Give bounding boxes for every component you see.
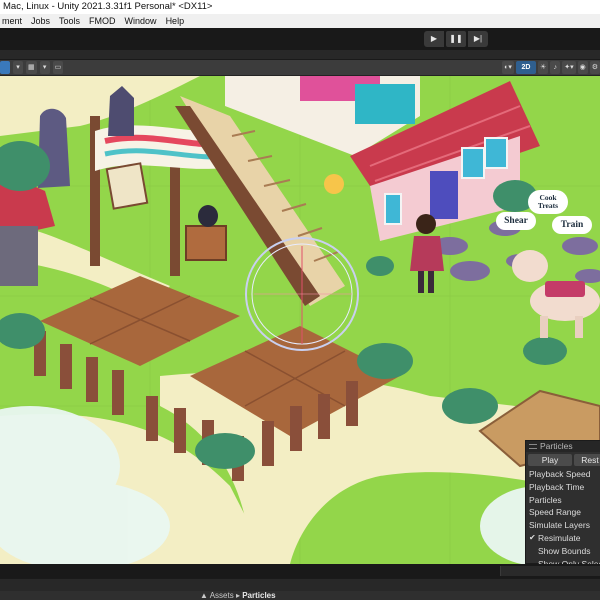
show-bounds-toggle[interactable]: Show Bounds (526, 545, 600, 558)
breadcrumb-separator-icon: ▸ (235, 591, 240, 600)
playback-time-row[interactable]: Playback Time (526, 481, 600, 494)
train-label[interactable]: Train (552, 216, 592, 234)
breadcrumb: ▲ Assets ▸ Particles (200, 591, 276, 600)
particles-play-button[interactable]: Play (528, 454, 572, 466)
dropdown-arrow-icon[interactable]: ▾ (13, 61, 23, 74)
breadcrumb-assets[interactable]: Assets (210, 591, 234, 600)
increment-snap-icon[interactable]: ▭ (52, 61, 64, 74)
resimulate-toggle[interactable]: ✔ Resimulate (526, 532, 600, 545)
play-icon: ▶ (430, 34, 438, 43)
drag-handle-icon[interactable] (529, 444, 537, 449)
lighting-toggle-icon[interactable]: ☀ (537, 61, 549, 74)
dropdown-arrow-icon[interactable]: ▾ (39, 61, 50, 74)
breadcrumb-particles[interactable]: Particles (242, 591, 275, 600)
playback-speed-row[interactable]: Playback Speed (526, 468, 600, 481)
project-toolbar (0, 578, 600, 591)
particles-overlay: Particles Play Rest Playback Speed Playb… (525, 440, 600, 569)
simulate-layers-row[interactable]: Simulate Layers (526, 519, 600, 532)
step-icon: ▶| (473, 34, 483, 43)
audio-toggle-icon[interactable]: ♪ (550, 61, 561, 74)
menu-item-jobs[interactable]: Jobs (31, 14, 50, 28)
particles-header[interactable]: Particles (526, 441, 600, 452)
project-breadcrumb-bar: ▲ Assets ▸ Particles (0, 591, 600, 600)
step-button[interactable]: ▶| (468, 31, 488, 47)
scene-canvas (0, 76, 600, 564)
unity-editor-window: Mac, Linux - Unity 2021.3.31f1 Personal*… (0, 0, 600, 600)
menu-bar: ment Jobs Tools FMOD Window Help (0, 14, 600, 28)
grid-snapping-icon[interactable]: ▦ (26, 61, 37, 74)
window-title: Mac, Linux - Unity 2021.3.31f1 Personal*… (0, 0, 600, 14)
draw-mode-icon[interactable]: ◐▾ (502, 61, 514, 74)
particles-count-row: Particles (529, 494, 562, 505)
transform-tool-icon[interactable] (0, 61, 10, 74)
pause-icon: ❚❚ (449, 34, 463, 43)
play-button[interactable]: ▶ (424, 31, 444, 47)
scene-tab-strip (0, 50, 600, 60)
shear-label[interactable]: Shear (496, 212, 536, 230)
menu-item-component[interactable]: ment (2, 14, 22, 28)
breadcrumb-arrow-icon: ▲ (200, 591, 208, 600)
checkmark-icon: ✔ (529, 532, 536, 542)
hidden-objects-icon[interactable]: ◉ (577, 61, 588, 74)
menu-item-fmod[interactable]: FMOD (89, 14, 116, 28)
menu-item-window[interactable]: Window (125, 14, 157, 28)
bottom-panel-bar (0, 564, 600, 578)
effects-toggle-icon[interactable]: ✦▾ (562, 61, 576, 74)
cook-treats-label[interactable]: Cook Treats (528, 190, 568, 214)
play-controls: ▶ ❚❚ ▶| (424, 31, 488, 47)
pause-button[interactable]: ❚❚ (446, 31, 466, 47)
speed-range-row: Speed Range (529, 507, 581, 518)
2d-mode-toggle[interactable]: 2D (515, 61, 536, 74)
scene-toolbar: ▾ ▦ ▾ ▭ ◐▾ 2D ☀ ♪ ✦▾ ◉ ⚙ (0, 60, 600, 76)
menu-item-help[interactable]: Help (166, 14, 185, 28)
particle-gizmo (245, 237, 359, 351)
scene-view[interactable]: Cook Treats Shear Train (0, 76, 600, 564)
project-search-field[interactable] (500, 566, 600, 576)
particles-restart-button[interactable]: Rest (574, 454, 600, 466)
menu-item-tools[interactable]: Tools (59, 14, 80, 28)
gizmos-toggle-icon[interactable]: ⚙ (589, 61, 600, 74)
play-toolbar: ▶ ❚❚ ▶| (0, 28, 600, 50)
